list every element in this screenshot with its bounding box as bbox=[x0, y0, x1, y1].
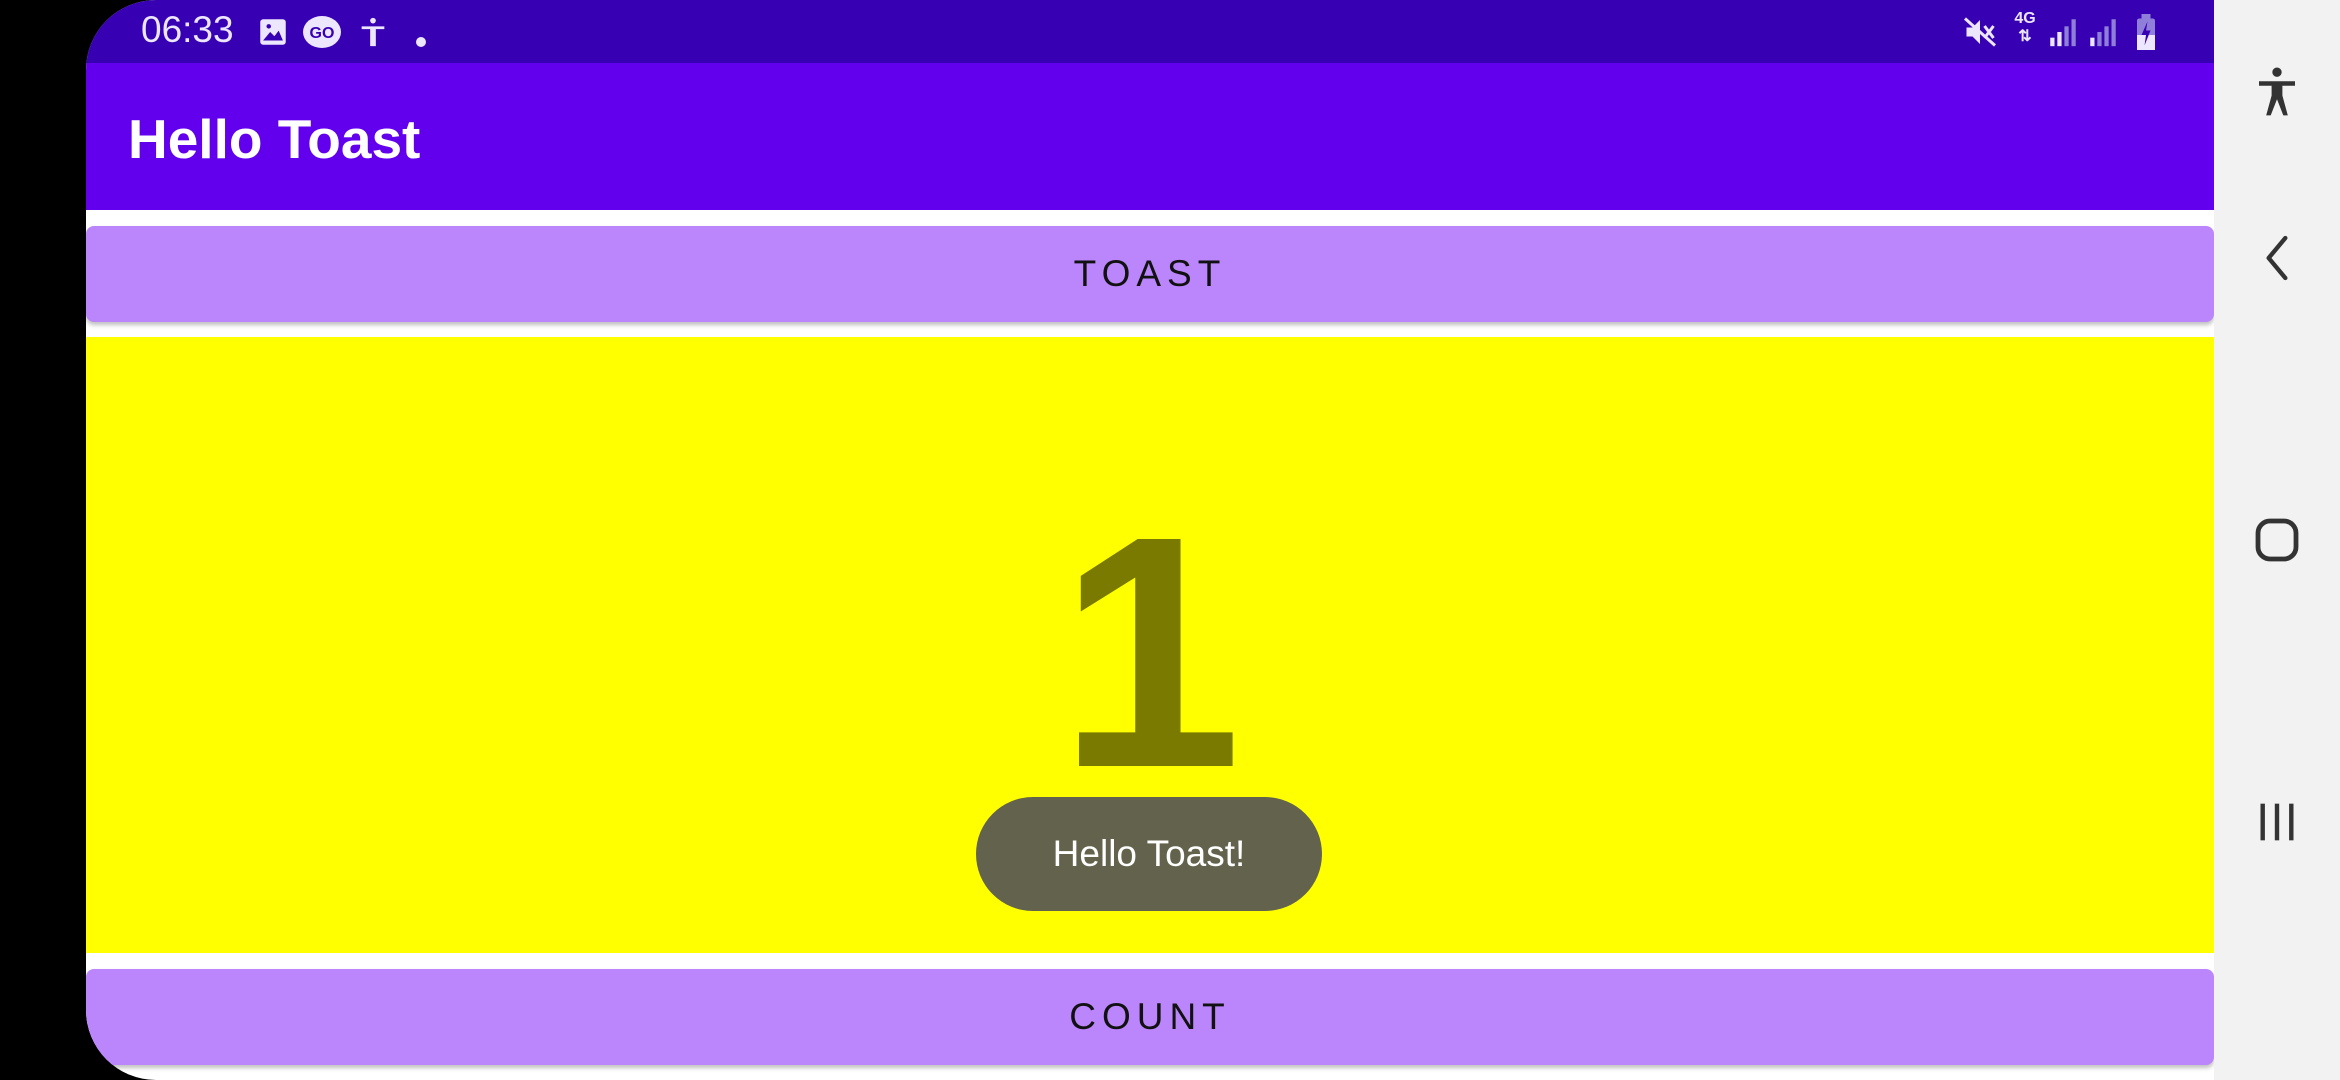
app-title: Hello Toast bbox=[128, 108, 421, 170]
toast-button[interactable]: TOAST bbox=[86, 226, 2214, 322]
nav-accessibility-button[interactable] bbox=[2237, 52, 2317, 132]
nav-home-button[interactable] bbox=[2237, 500, 2317, 580]
network-4g-icon: 4G ⇅ bbox=[2014, 10, 2036, 45]
recents-icon bbox=[2260, 803, 2294, 841]
home-icon bbox=[2255, 518, 2299, 562]
network-4g-label: 4G bbox=[2014, 10, 2036, 27]
svg-text:GO: GO bbox=[310, 25, 335, 42]
count-button[interactable]: COUNT bbox=[86, 969, 2214, 1065]
toast-message-text: Hello Toast! bbox=[1052, 833, 1246, 874]
navigation-bar bbox=[2214, 0, 2340, 1080]
vibrate-mute-icon bbox=[1963, 17, 1997, 47]
app-bar: Hello Toast bbox=[86, 63, 2214, 210]
count-value: 1 bbox=[1058, 467, 1242, 836]
screen: 06:33 GO 4G ⇅ Hello Toast TOAST 1 Hello … bbox=[0, 0, 2340, 1080]
signal-icon bbox=[2050, 19, 2076, 47]
accessibility-icon bbox=[361, 17, 385, 47]
accessibility-icon bbox=[2259, 67, 2295, 116]
battery-charging-icon bbox=[2137, 14, 2155, 50]
back-icon bbox=[2266, 235, 2288, 281]
nav-back-button[interactable] bbox=[2237, 218, 2317, 298]
app-window: 06:33 GO 4G ⇅ Hello Toast TOAST 1 Hello … bbox=[86, 0, 2340, 1080]
status-bar: 06:33 GO 4G ⇅ bbox=[86, 0, 2214, 63]
image-icon bbox=[260, 19, 286, 45]
toast-button-label: TOAST bbox=[1073, 253, 1227, 294]
status-time: 06:33 bbox=[141, 9, 234, 50]
dot-icon bbox=[416, 37, 426, 47]
signal-icon-2 bbox=[2090, 19, 2116, 47]
go-badge-icon: GO bbox=[303, 16, 341, 48]
toast-message: Hello Toast! bbox=[976, 797, 1322, 911]
count-button-label: COUNT bbox=[1069, 996, 1231, 1037]
nav-recents-button[interactable] bbox=[2237, 782, 2317, 862]
